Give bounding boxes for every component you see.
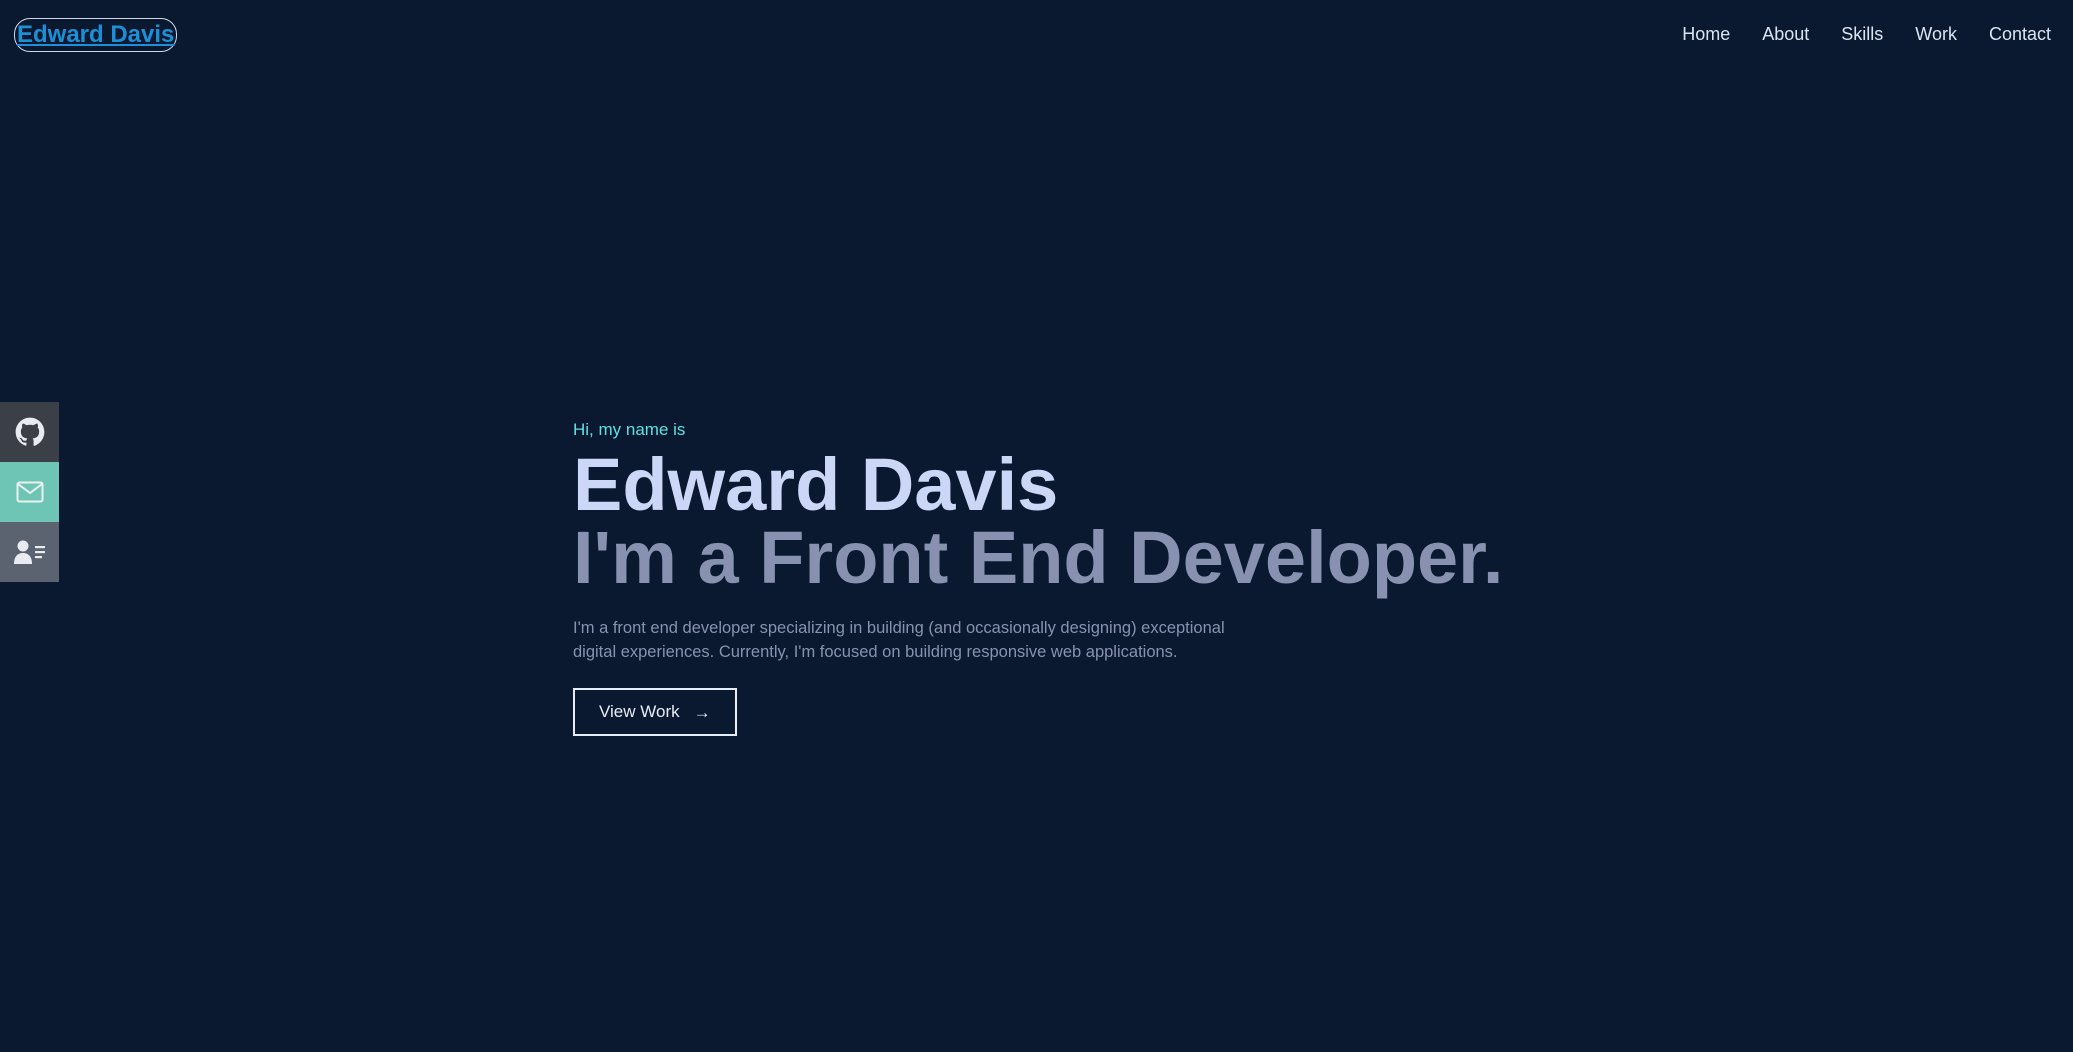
nav-contact[interactable]: Contact xyxy=(1989,22,2051,46)
nav-work[interactable]: Work xyxy=(1915,22,1957,46)
nav-home[interactable]: Home xyxy=(1682,22,1730,46)
email-link[interactable] xyxy=(0,462,59,522)
view-work-label: View Work xyxy=(599,702,680,721)
nav-skills[interactable]: Skills xyxy=(1841,22,1883,46)
logo-link[interactable]: Edward Davis xyxy=(14,18,178,52)
view-work-button[interactable]: View Work → xyxy=(573,688,737,736)
arrow-right-icon: → xyxy=(693,702,711,722)
github-link[interactable] xyxy=(0,402,59,462)
social-sidebar xyxy=(0,402,59,582)
page: Edward Davis Home About Skills Work Cont… xyxy=(0,0,2073,1052)
main-nav: Home About Skills Work Contact xyxy=(1682,22,2051,46)
hero-name: Edward Davis xyxy=(573,443,1059,526)
nav-about[interactable]: About xyxy=(1762,22,1809,46)
hero-greeting: Hi, my name is xyxy=(573,420,686,439)
hero-bio: I'm a front end developer specializing i… xyxy=(573,619,1225,661)
resume-icon xyxy=(13,540,45,564)
hero-section: Hi, my name is Edward Davis I'm a Front … xyxy=(573,418,1573,736)
mail-icon xyxy=(16,481,43,503)
github-icon xyxy=(15,417,44,446)
hero-role: I'm a Front End Developer. xyxy=(573,516,1504,599)
resume-link[interactable] xyxy=(0,522,59,582)
